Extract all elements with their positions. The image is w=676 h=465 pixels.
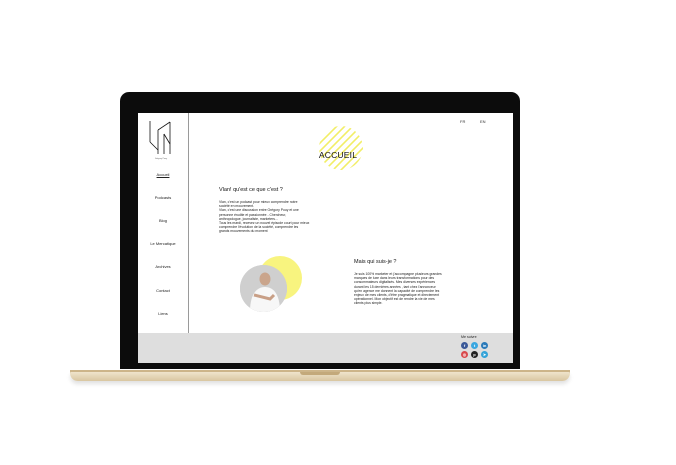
about-line: clients plus simple. [354, 301, 383, 306]
nav-item-archives[interactable]: Archives [138, 264, 188, 269]
laptop-notch [300, 372, 340, 375]
intro-heading: Vlan! qu'est ce que c'est ? [219, 187, 283, 193]
portrait-block [238, 253, 302, 313]
person-figure [240, 265, 287, 312]
portrait-photo [240, 265, 287, 312]
nav-item-accueil[interactable]: Accueil [138, 172, 188, 177]
pinterest-icon[interactable]: p [471, 351, 478, 358]
lang-en-link[interactable]: EN [480, 119, 486, 124]
linkedin-icon[interactable]: in [481, 342, 488, 349]
page-title: ACCUEIL [318, 150, 358, 160]
nav-item-contact[interactable]: Contact [138, 288, 188, 293]
lang-fr-link[interactable]: FR [460, 119, 465, 124]
twitter-icon[interactable]: t [471, 342, 478, 349]
intro-text: Vlan, c'est un podcast pour mieux compre… [219, 200, 329, 234]
intro-line: grands mouvements du moment [219, 229, 268, 234]
logo-caption: Grégory Pouy [154, 158, 168, 160]
nav-item-podcasts[interactable]: Podcasts [138, 195, 188, 200]
nav-item-liens[interactable]: Liens [138, 311, 188, 316]
about-text: Je suis 100% marketer et j'accompagne pl… [354, 272, 474, 306]
telegram-icon[interactable]: ➤ [481, 351, 488, 358]
nav-item-blog[interactable]: Blog [138, 218, 188, 223]
decorative-striped-circle [319, 126, 363, 170]
footer [138, 333, 513, 363]
follow-label: Me suivre [461, 335, 477, 339]
brand-logo[interactable] [148, 120, 172, 156]
laptop-screen: Grégory Pouy Accueil Podcasts Blog Le Me… [138, 113, 513, 363]
facebook-icon[interactable]: f [461, 342, 468, 349]
nav-item-le-mercatique[interactable]: Le Mercatique [138, 241, 188, 246]
about-heading: Mais qui suis-je ? [354, 259, 397, 265]
instagram-icon[interactable]: ◎ [461, 351, 468, 358]
sidebar: Grégory Pouy Accueil Podcasts Blog Le Me… [138, 113, 189, 333]
